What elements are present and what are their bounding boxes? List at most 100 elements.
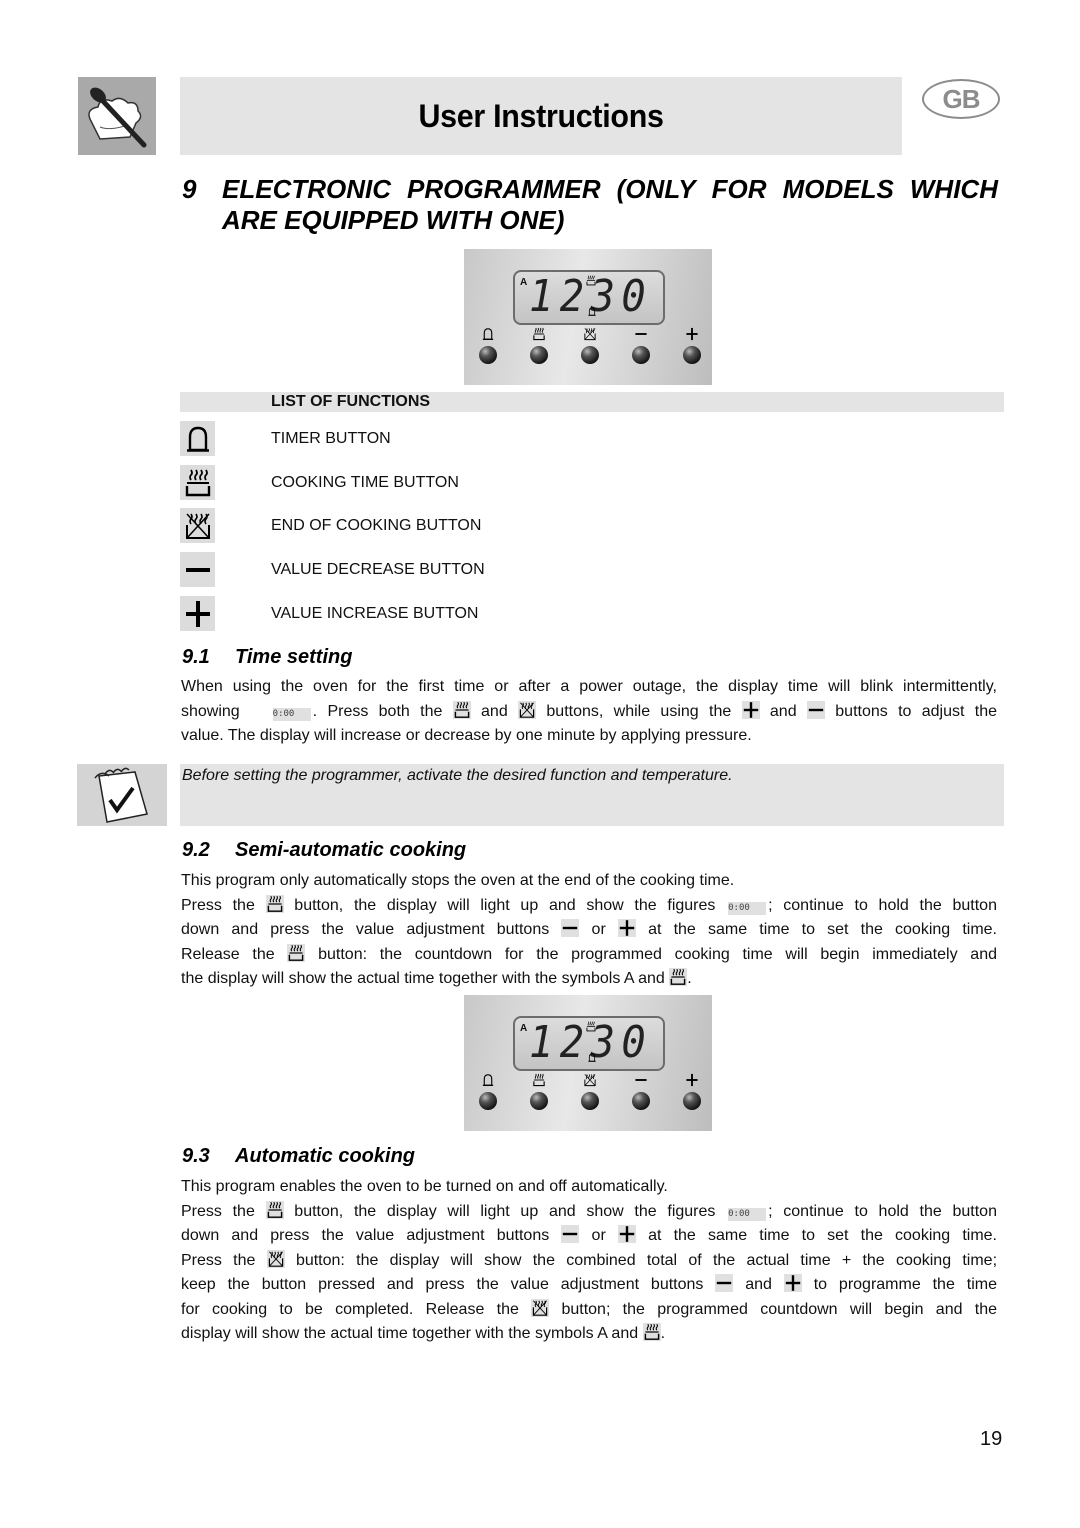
- timer-indicator-icon: [587, 1052, 597, 1063]
- knob[interactable]: [530, 346, 548, 364]
- knob[interactable]: [632, 1092, 650, 1110]
- text-line: Press the button, the display will light…: [181, 894, 997, 915]
- timer-icon: [481, 1073, 495, 1087]
- chef-spoon-icon: [88, 87, 147, 148]
- plus-icon: [617, 1225, 636, 1243]
- subsection-number: 9.1: [182, 646, 210, 668]
- lcd-display: A 1230: [513, 270, 665, 325]
- text-line: Release the button: the countdown for th…: [181, 943, 997, 963]
- subsection-heading-9-3: 9.3 Automatic cooking: [182, 1145, 415, 1168]
- text-line: Press the button: the display will show …: [181, 1249, 998, 1269]
- cooking-time-icon: [532, 327, 546, 341]
- chef-spoon-logo: [78, 77, 156, 155]
- panel-end-of-cooking-button[interactable]: [578, 327, 602, 364]
- knob[interactable]: [581, 346, 599, 364]
- panel-plus-button[interactable]: [680, 327, 704, 364]
- minus-icon: [806, 700, 825, 719]
- cooking-time-indicator-icon: [585, 1021, 597, 1032]
- plus-icon: [783, 1274, 802, 1292]
- cooking-time-icon: [532, 1073, 546, 1087]
- auto-indicator: A: [520, 1023, 528, 1034]
- timer-indicator-icon: [587, 306, 597, 317]
- panel-plus-button[interactable]: [680, 1073, 704, 1110]
- subsection-title: Semi-automatic cooking: [235, 839, 467, 861]
- country-badge: GB: [922, 79, 1000, 119]
- subsection-number: 9.2: [182, 839, 210, 861]
- plus-icon: [183, 599, 213, 629]
- lcd-zero-icon: 0:00: [272, 707, 311, 721]
- function-item: COOKING TIME BUTTON: [180, 465, 780, 501]
- section-number: 9: [182, 174, 197, 204]
- timer-icon: [481, 327, 495, 341]
- page-title: User Instructions: [418, 97, 664, 134]
- panel-cooking-time-button[interactable]: [527, 1073, 551, 1110]
- knob[interactable]: [683, 346, 701, 364]
- text-line: for cooking to be completed. Release the…: [181, 1298, 998, 1318]
- notepad-check-icon: [94, 767, 148, 823]
- text-line: showing 0:00. Press both the and buttons…: [181, 700, 997, 721]
- country-code: GB: [942, 83, 981, 114]
- function-label: VALUE INCREASE BUTTON: [271, 605, 479, 622]
- cooking-time-icon: [287, 943, 306, 962]
- subsection-number: 9.3: [182, 1145, 210, 1167]
- list-of-functions-header: LIST OF FUNCTIONS: [180, 392, 1004, 412]
- function-item: VALUE DECREASE BUTTON: [180, 552, 780, 588]
- knob[interactable]: [530, 1092, 548, 1110]
- end-of-cooking-icon: [583, 327, 597, 341]
- automatic-cooking-paragraph: This program enables the oven to be turn…: [181, 1175, 997, 1347]
- end-of-cooking-icon: [518, 700, 537, 719]
- minus-icon: [561, 1225, 580, 1243]
- end-of-cooking-icon: [183, 511, 213, 541]
- cooking-time-indicator-icon: [585, 275, 597, 286]
- text-line: When using the oven for the first time o…: [181, 678, 997, 695]
- knob[interactable]: [632, 346, 650, 364]
- knob[interactable]: [683, 1092, 701, 1110]
- function-label: VALUE DECREASE BUTTON: [271, 561, 485, 578]
- text-line: This program only automatically stops th…: [181, 872, 735, 889]
- text-line: keep the button pressed and press the va…: [181, 1274, 997, 1293]
- subsection-heading-9-1: 9.1 Time setting: [182, 646, 352, 669]
- panel-end-of-cooking-button[interactable]: [578, 1073, 602, 1110]
- subsection-title: Time setting: [235, 646, 353, 668]
- heading-word: MODELS: [782, 174, 894, 204]
- note-box: Before setting the programmer, activate …: [180, 764, 1004, 826]
- heading-word: (ONLY: [616, 174, 696, 204]
- panel-timer-button[interactable]: [476, 1073, 500, 1110]
- knob[interactable]: [479, 346, 497, 364]
- text-line: display will show the actual time togeth…: [181, 1323, 666, 1342]
- panel-cooking-time-button[interactable]: [527, 327, 551, 364]
- end-of-cooking-icon: [266, 1249, 285, 1268]
- section-heading: 9 ELECTRONIC PROGRAMMER (ONLY FOR MODELS…: [182, 174, 998, 236]
- programmer-panel-illustration: A 1230: [464, 249, 712, 385]
- text-line: the display will show the actual time to…: [181, 968, 692, 987]
- panel-timer-button[interactable]: [476, 327, 500, 364]
- heading-line-2: ARE EQUIPPED WITH ONE): [222, 205, 565, 235]
- note-text: Before setting the programmer, activate …: [182, 767, 733, 784]
- page-header-title-bar: User Instructions: [180, 77, 902, 155]
- cooking-time-icon: [265, 1200, 284, 1219]
- panel-minus-button[interactable]: [629, 327, 653, 364]
- subsection-heading-9-2: 9.2 Semi-automatic cooking: [182, 839, 466, 862]
- plus-icon: [685, 327, 699, 341]
- knob[interactable]: [479, 1092, 497, 1110]
- minus-icon: [715, 1274, 734, 1292]
- timer-bell-icon: [183, 424, 213, 454]
- minus-icon: [634, 1073, 648, 1087]
- text-line: down and press the value adjustment butt…: [181, 919, 997, 938]
- panel-minus-button[interactable]: [629, 1073, 653, 1110]
- function-item: TIMER BUTTON: [180, 421, 780, 457]
- function-label: COOKING TIME BUTTON: [271, 474, 459, 491]
- plus-icon: [617, 919, 636, 937]
- cooking-time-icon: [452, 700, 471, 719]
- cooking-time-icon: [183, 468, 213, 498]
- knob[interactable]: [581, 1092, 599, 1110]
- note-icon-box: [77, 764, 167, 826]
- heading-word: ELECTRONIC: [222, 174, 391, 204]
- cooking-time-icon: [669, 968, 688, 986]
- end-of-cooking-icon: [531, 1298, 550, 1317]
- time-setting-paragraph: When using the oven for the first time o…: [181, 675, 997, 749]
- list-of-functions-title: LIST OF FUNCTIONS: [271, 393, 431, 410]
- semi-automatic-paragraph: This program only automatically stops th…: [181, 869, 997, 992]
- text-line: Press the button, the display will light…: [181, 1200, 997, 1221]
- minus-icon: [634, 327, 648, 341]
